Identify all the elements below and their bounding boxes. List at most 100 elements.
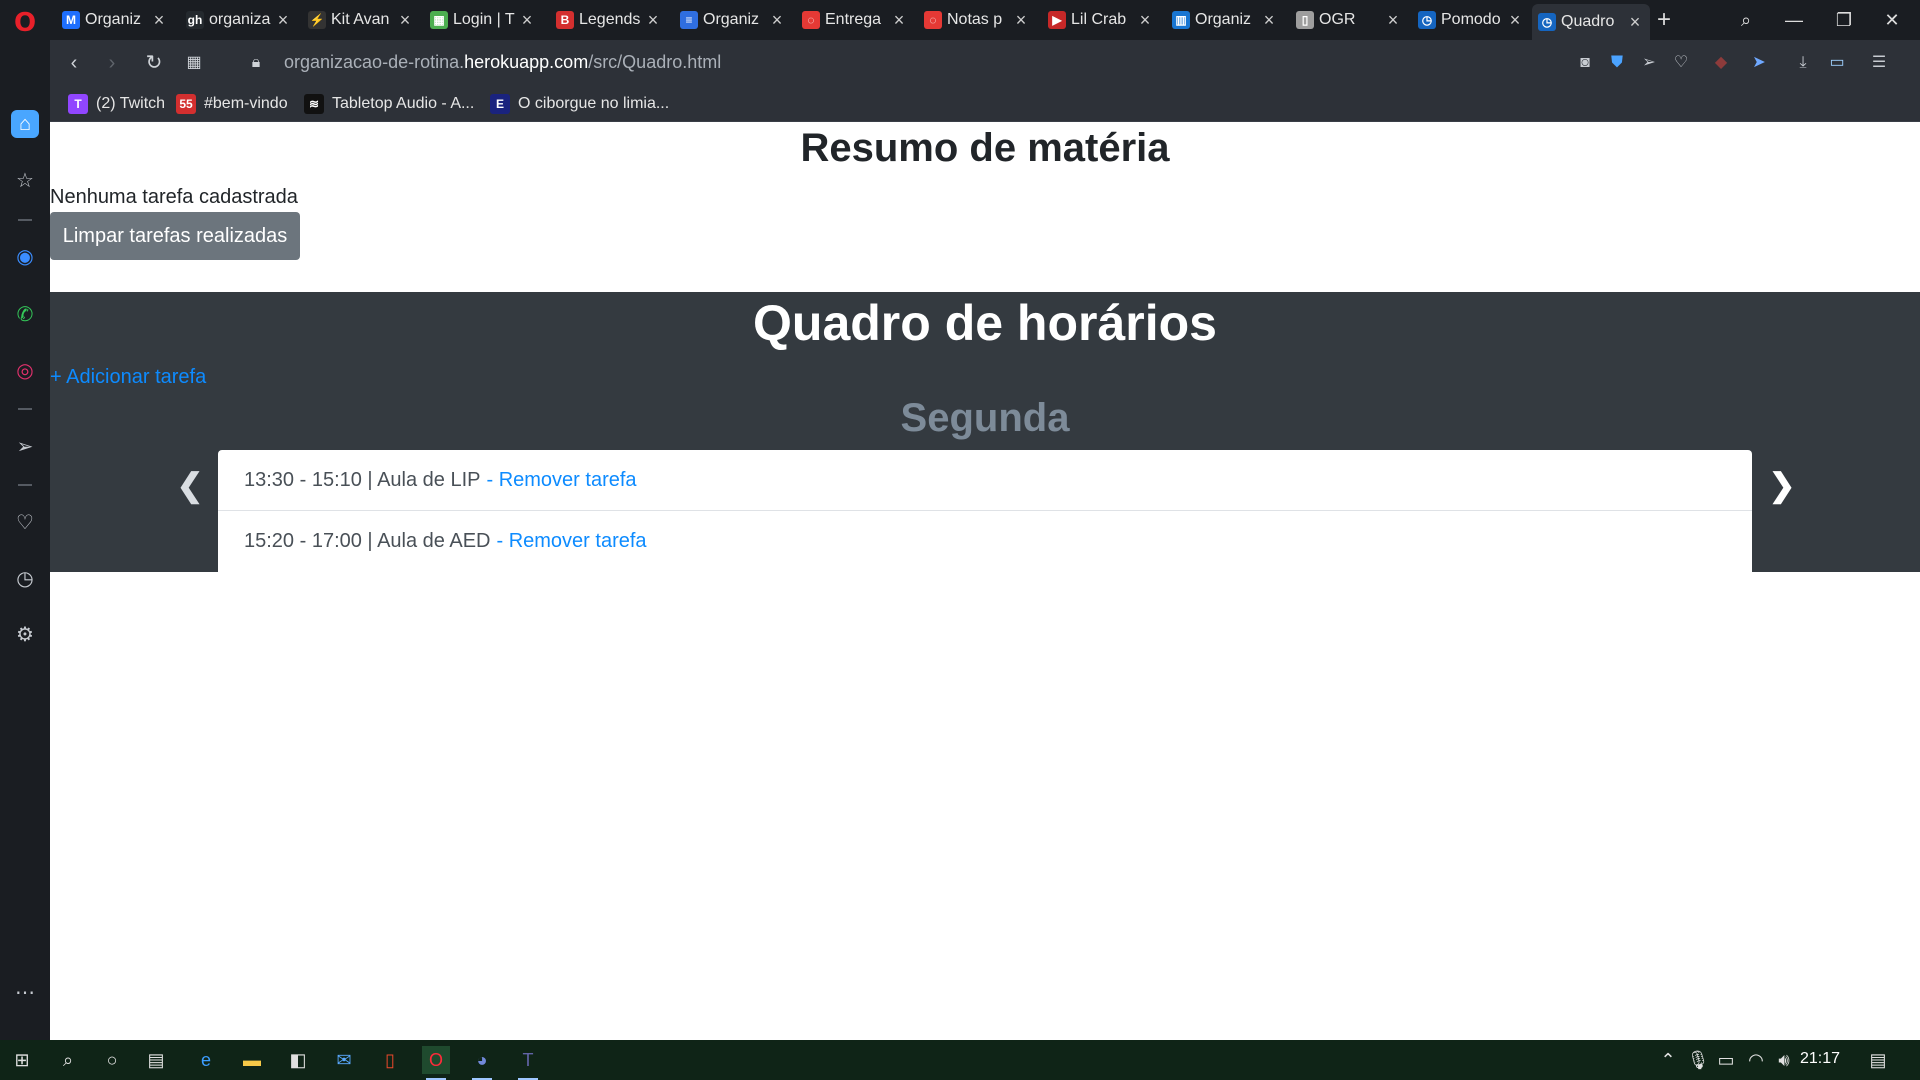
battery-tray-icon[interactable]: ▭ <box>1712 1046 1740 1074</box>
sidebar-separator <box>18 219 32 221</box>
task-list: 13:30 - 15:10 | Aula de LIP - Remover tar… <box>218 450 1752 572</box>
browser-tab[interactable]: ▯ OGR × <box>1290 4 1408 36</box>
url-field[interactable]: organizacao-de-rotina.herokuapp.com/src/… <box>284 52 721 73</box>
search-tabs-icon[interactable]: ⌕ <box>1726 4 1766 36</box>
browser-tab[interactable]: ◌ Entrega × <box>796 4 914 36</box>
discord-icon[interactable]: ◕ <box>468 1046 496 1080</box>
quadro-section: Quadro de horários + Adicionar tarefa Se… <box>50 292 1920 572</box>
browser-tab[interactable]: ◷ Quadro × <box>1532 4 1650 40</box>
browser-tab[interactable]: gh organiza × <box>180 4 298 36</box>
task-view-icon[interactable]: ▤ <box>142 1046 170 1074</box>
microphone-icon[interactable]: 🎙︎ <box>1684 1046 1712 1074</box>
messenger-icon[interactable]: ◉ <box>11 242 39 270</box>
tab-title: Pomodo <box>1441 11 1501 28</box>
tab-title: Entrega <box>825 11 882 28</box>
whatsapp-icon[interactable]: ✆ <box>11 300 39 328</box>
tab-favicon-icon: ▶ <box>1048 11 1066 29</box>
browser-tab[interactable]: M Organiz × <box>56 4 174 36</box>
search-icon[interactable]: ⌕ <box>54 1046 82 1074</box>
tab-title: Kit Avan <box>331 11 390 28</box>
bookmark-favicon-icon: 55 <box>176 94 196 114</box>
tab-close-icon[interactable]: × <box>1136 10 1154 31</box>
history-icon[interactable]: ◷ <box>11 564 39 592</box>
browser-tab[interactable]: ◷ Pomodo × <box>1412 4 1530 36</box>
prev-day-icon[interactable]: ❮ <box>175 467 205 503</box>
volume-icon[interactable]: 🔊︎ <box>1770 1046 1798 1074</box>
tab-close-icon[interactable]: × <box>1506 10 1524 31</box>
browser-tab[interactable]: ▶ Lil Crab × <box>1042 4 1160 36</box>
cortana-icon[interactable]: ○ <box>98 1046 126 1074</box>
tab-title: Organiz <box>703 11 760 28</box>
browser-tab[interactable]: ▦ Login | T × <box>424 4 542 36</box>
remove-task-link[interactable]: - Remover tarefa <box>496 530 646 553</box>
url-path: /src/Quadro.html <box>588 52 722 72</box>
bookmarks-icon[interactable]: ☆ <box>11 166 39 194</box>
browser-tab[interactable]: ⚡ Kit Avan × <box>302 4 420 36</box>
tab-close-icon[interactable]: × <box>396 10 414 31</box>
tab-close-icon[interactable]: × <box>1626 12 1644 33</box>
back-button[interactable]: ‹ <box>60 49 88 77</box>
office-icon[interactable]: ▯ <box>376 1046 404 1074</box>
tab-close-icon[interactable]: × <box>518 10 536 31</box>
opera-taskbar-icon[interactable]: O <box>422 1046 450 1080</box>
tab-close-icon[interactable]: × <box>150 10 168 31</box>
close-window-button[interactable]: ✕ <box>1872 4 1912 36</box>
clear-completed-button[interactable]: Limpar tarefas realizadas <box>50 212 300 260</box>
tab-close-icon[interactable]: × <box>274 10 292 31</box>
browser-tab[interactable]: B Legends × <box>550 4 668 36</box>
windows-start-icon[interactable]: ⊞ <box>8 1046 36 1074</box>
quadro-title: Quadro de horários <box>753 295 1217 351</box>
taskbar-clock[interactable]: 21:17 <box>1800 1050 1840 1068</box>
opera-menu-icon[interactable]: O <box>10 8 40 38</box>
tab-close-icon[interactable]: × <box>768 10 786 31</box>
tab-close-icon[interactable]: × <box>890 10 908 31</box>
mail-icon[interactable]: ✉ <box>330 1046 358 1074</box>
bookmark-item[interactable]: ≋ Tabletop Audio - A... <box>304 92 474 116</box>
speed-dial-icon[interactable]: ▦ <box>180 49 208 77</box>
sidebar-separator <box>18 408 32 410</box>
notifications-icon[interactable]: ▤ <box>1864 1046 1892 1074</box>
send-icon[interactable]: ➢ <box>1638 52 1660 74</box>
camera-icon[interactable]: ◙ <box>1574 52 1596 74</box>
browser-tab[interactable]: ≡ Organiz × <box>674 4 792 36</box>
settings-icon[interactable]: ⚙ <box>11 620 39 648</box>
reload-button[interactable]: ↻ <box>140 49 168 77</box>
tab-close-icon[interactable]: × <box>1384 10 1402 31</box>
bookmark-item[interactable]: E O ciborgue no limia... <box>490 92 669 116</box>
download-icon[interactable]: ⤓ <box>1792 52 1814 74</box>
home-icon[interactable]: ⌂ <box>11 110 39 138</box>
battery-icon[interactable]: ▭ <box>1826 52 1848 74</box>
extension-cube-icon[interactable]: ◆ <box>1710 52 1732 74</box>
wifi-icon[interactable]: ◠ <box>1742 1046 1770 1074</box>
teams-icon[interactable]: T <box>514 1046 542 1080</box>
tab-close-icon[interactable]: × <box>1260 10 1278 31</box>
tray-chevron-icon[interactable]: ⌃ <box>1654 1046 1682 1074</box>
bookmark-label: O ciborgue no limia... <box>518 95 670 112</box>
extension-cursor-icon[interactable]: ➤ <box>1748 52 1770 74</box>
file-explorer-icon[interactable]: ▬ <box>238 1046 266 1074</box>
bookmark-item[interactable]: T (2) Twitch <box>68 92 165 116</box>
more-icon[interactable]: ⋯ <box>11 978 39 1006</box>
shield-icon[interactable]: ⛊ <box>1606 52 1628 74</box>
easy-setup-icon[interactable]: ☰ <box>1868 52 1890 74</box>
flow-icon[interactable]: ➢ <box>11 432 39 460</box>
heart-icon[interactable]: ♡ <box>1670 52 1692 74</box>
instagram-icon[interactable]: ◎ <box>11 356 39 384</box>
restore-button[interactable]: ❐ <box>1824 4 1864 36</box>
minimize-button[interactable]: — <box>1774 4 1814 36</box>
edge-icon[interactable]: e <box>192 1046 220 1074</box>
remove-task-link[interactable]: - Remover tarefa <box>486 469 636 492</box>
heart-icon[interactable]: ♡ <box>11 508 39 536</box>
tab-close-icon[interactable]: × <box>1012 10 1030 31</box>
store-icon[interactable]: ◧ <box>284 1046 312 1074</box>
next-day-icon[interactable]: ❯ <box>1767 467 1797 503</box>
browser-tab[interactable]: ▥ Organiz × <box>1166 4 1284 36</box>
forward-button[interactable]: › <box>98 49 126 77</box>
bookmark-item[interactable]: 55 #bem-vindo <box>176 92 288 116</box>
tab-title: Quadro <box>1561 13 1615 30</box>
tab-close-icon[interactable]: × <box>644 10 662 31</box>
new-tab-button[interactable]: + <box>1650 6 1678 34</box>
add-task-link[interactable]: + Adicionar tarefa <box>50 366 206 389</box>
lock-icon[interactable]: 🔒︎ <box>242 49 270 77</box>
browser-tab[interactable]: ◌ Notas p × <box>918 4 1036 36</box>
